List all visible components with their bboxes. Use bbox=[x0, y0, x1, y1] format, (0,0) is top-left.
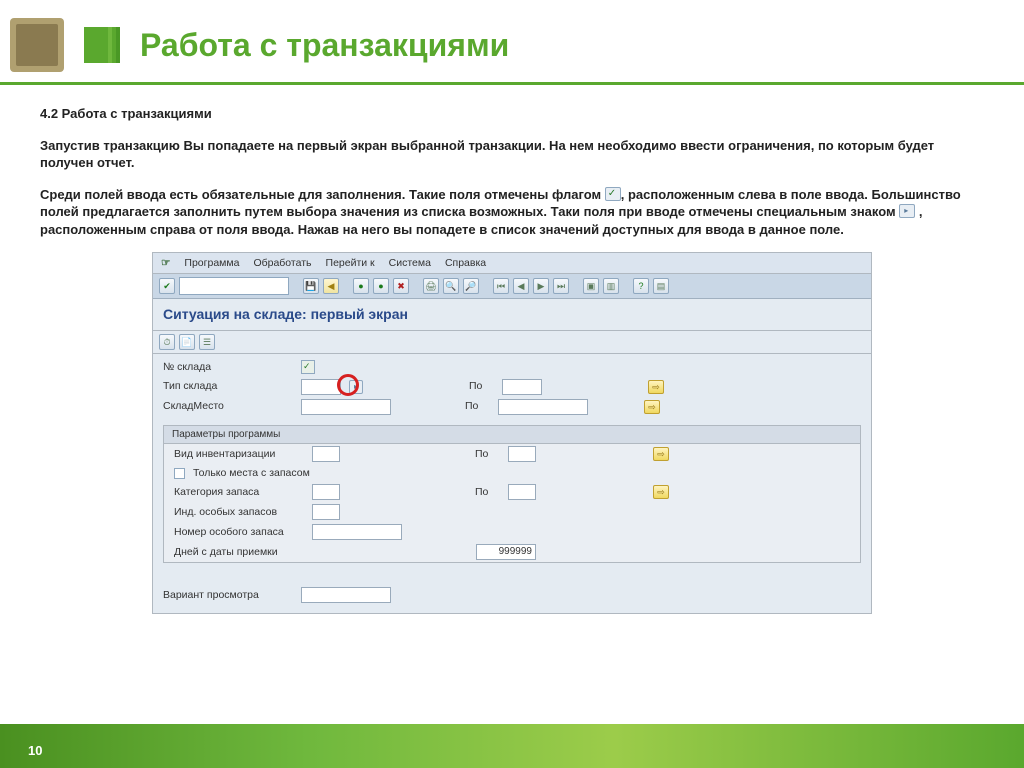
input-inventory-type-from[interactable] bbox=[312, 446, 340, 462]
group-header: Параметры программы bbox=[164, 426, 860, 445]
paragraph-2a: Среди полей ввода есть обязательные для … bbox=[40, 187, 605, 202]
label-warehouse-type: Тип склада bbox=[163, 379, 293, 393]
menu-pereiti[interactable]: Перейти к bbox=[326, 256, 375, 270]
label-special-stock-ind: Инд. особых запасов bbox=[174, 505, 304, 519]
menu-spravka[interactable]: Справка bbox=[445, 256, 486, 270]
slide-footer bbox=[0, 724, 1024, 768]
back-button[interactable]: ◀ bbox=[323, 278, 339, 294]
label-warehouse-place: СкладМесто bbox=[163, 399, 293, 413]
required-flag-icon bbox=[605, 187, 621, 201]
input-warehouse-place-to[interactable] bbox=[498, 399, 588, 415]
last-page-button[interactable]: ⏭ bbox=[553, 278, 569, 294]
sap-subtoolbar: ⏱ 📄 ☰ bbox=[153, 331, 871, 354]
label-display-variant: Вариант просмотра bbox=[163, 588, 293, 602]
find-next-button[interactable]: 🔎 bbox=[463, 278, 479, 294]
multi-select-warehouse-type[interactable]: ⇨ bbox=[648, 380, 664, 394]
selection-button[interactable]: ☰ bbox=[199, 334, 215, 350]
green-square-icon bbox=[84, 27, 120, 63]
menu-programma[interactable]: Программа bbox=[184, 256, 239, 270]
label-po-4: По bbox=[475, 485, 500, 499]
layout-button[interactable]: ▤ bbox=[653, 278, 669, 294]
input-stock-category-to[interactable] bbox=[508, 484, 536, 500]
paragraph-1: Запустив транзакцию Вы попадаете на перв… bbox=[40, 138, 934, 171]
highlight-circle bbox=[337, 374, 359, 396]
sap-toolbar: ✔ 💾 ◀ ● ● ✖ 🖨 🔍 🔎 ⏮ ◀ ▶ ⏭ ▣ ▥ bbox=[153, 274, 871, 299]
label-only-stock: Только места с запасом bbox=[193, 466, 310, 480]
input-warehouse-type-from[interactable] bbox=[301, 379, 341, 395]
close-button[interactable]: ✖ bbox=[393, 278, 409, 294]
input-warehouse-place-from[interactable] bbox=[301, 399, 391, 415]
print-button[interactable]: 🖨 bbox=[423, 278, 439, 294]
form-area: № склада Тип склада По ⇨ СкладМесто bbox=[153, 354, 871, 613]
section-heading: 4.2 Работа с транзакциями bbox=[40, 106, 212, 121]
command-field[interactable] bbox=[179, 277, 289, 295]
label-warehouse-no: № склада bbox=[163, 360, 293, 374]
slide-title: Работа с транзакциями bbox=[140, 27, 509, 64]
menu-sistema[interactable]: Система bbox=[389, 256, 431, 270]
body-text: 4.2 Работа с транзакциями Запустив транз… bbox=[0, 85, 1024, 614]
sap-screenshot: ☞ Программа Обработать Перейти к Система… bbox=[152, 252, 872, 614]
multi-select-stock-category[interactable]: ⇨ bbox=[653, 485, 669, 499]
label-po-1: По bbox=[469, 379, 494, 393]
sap-menubar: ☞ Программа Обработать Перейти к Система… bbox=[153, 253, 871, 274]
label-days-from-receipt: Дней с даты приемки bbox=[174, 545, 304, 559]
crest-logo bbox=[10, 18, 64, 72]
label-special-stock-no: Номер особого запаса bbox=[174, 525, 304, 539]
input-special-stock-ind[interactable] bbox=[312, 504, 340, 520]
input-stock-category-from[interactable] bbox=[312, 484, 340, 500]
save-button[interactable]: 💾 bbox=[303, 278, 319, 294]
input-inventory-type-to[interactable] bbox=[508, 446, 536, 462]
slide-header: Работа с транзакциями bbox=[0, 0, 1024, 82]
menu-icon[interactable]: ☞ bbox=[161, 256, 170, 270]
input-warehouse-type-to[interactable] bbox=[502, 379, 542, 395]
checkbox-only-stock[interactable] bbox=[174, 468, 185, 479]
menu-obrabotat[interactable]: Обработать bbox=[253, 256, 311, 270]
help-button[interactable]: ? bbox=[633, 278, 649, 294]
label-inventory-type: Вид инвентаризации bbox=[174, 447, 304, 461]
variant-button[interactable]: 📄 bbox=[179, 334, 195, 350]
value-help-icon bbox=[899, 204, 915, 218]
execute-button[interactable]: ⏱ bbox=[159, 334, 175, 350]
prev-page-button[interactable]: ◀ bbox=[513, 278, 529, 294]
first-page-button[interactable]: ⏮ bbox=[493, 278, 509, 294]
page-number: 10 bbox=[28, 743, 42, 758]
next-page-button[interactable]: ▶ bbox=[533, 278, 549, 294]
label-po-3: По bbox=[475, 447, 500, 461]
label-stock-category: Категория запаса bbox=[174, 485, 304, 499]
enter-button[interactable]: ✔ bbox=[159, 278, 175, 294]
sap-screen-title: Ситуация на складе: первый экран bbox=[153, 299, 871, 331]
input-days-value[interactable]: 999999 bbox=[476, 544, 536, 560]
shortcut-button[interactable]: ▥ bbox=[603, 278, 619, 294]
find-button[interactable]: 🔍 bbox=[443, 278, 459, 294]
label-po-2: По bbox=[465, 399, 490, 413]
new-session-button[interactable]: ▣ bbox=[583, 278, 599, 294]
cancel-button[interactable]: ● bbox=[373, 278, 389, 294]
required-marker bbox=[301, 360, 315, 374]
multi-select-warehouse-place[interactable]: ⇨ bbox=[644, 400, 660, 414]
exit-button[interactable]: ● bbox=[353, 278, 369, 294]
input-special-stock-no[interactable] bbox=[312, 524, 402, 540]
input-display-variant[interactable] bbox=[301, 587, 391, 603]
multi-select-inventory-type[interactable]: ⇨ bbox=[653, 447, 669, 461]
program-params-group: Параметры программы Вид инвентаризации П… bbox=[163, 425, 861, 564]
